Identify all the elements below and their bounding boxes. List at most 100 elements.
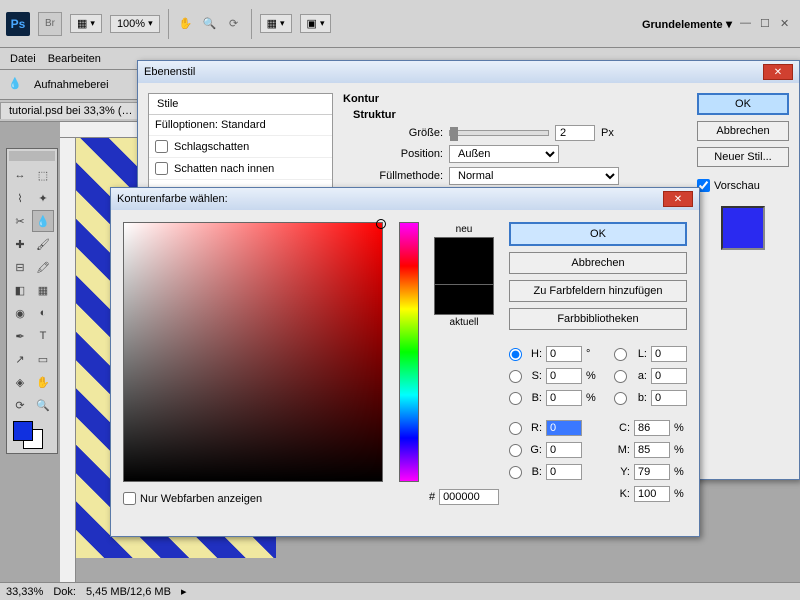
blur-tool-icon[interactable]: ◉ [9,302,31,324]
screenmode-dropdown[interactable]: ▣ [300,14,332,33]
shape-tool-icon[interactable]: ▭ [32,348,54,370]
history-brush-icon[interactable]: 🖍 [32,256,54,278]
l-radio[interactable] [614,348,627,361]
arrange-dropdown[interactable]: ▦ [260,14,292,33]
eyedropper-tool-icon[interactable]: 💧 [32,210,54,232]
effect-row[interactable]: Schlagschatten [149,136,332,158]
g-input[interactable] [546,442,582,458]
color-field[interactable] [123,222,383,482]
close-button[interactable]: ✕ [763,64,793,80]
g-radio[interactable] [509,444,522,457]
new-color-swatch [434,237,494,285]
b2-input[interactable] [546,464,582,480]
b-input[interactable] [546,390,582,406]
r-label: R: [526,422,542,434]
document-tab[interactable]: tutorial.psd bei 33,3% (… [0,102,142,119]
m-input[interactable] [634,442,670,458]
brush-tool-icon[interactable]: 🖌 [32,233,54,255]
styles-header[interactable]: Stile [149,94,332,115]
eraser-tool-icon[interactable]: ◧ [9,279,31,301]
eyedropper-icon[interactable]: 💧 [8,77,24,93]
b2-radio[interactable] [509,466,522,479]
chevron-right-icon[interactable]: ▸ [181,585,187,598]
hand-icon[interactable]: ✋ [177,15,195,33]
menu-edit[interactable]: Bearbeiten [48,53,101,65]
heal-tool-icon[interactable]: ✚ [9,233,31,255]
web-colors-label: Nur Webfarben anzeigen [140,493,262,505]
rotate-tool-icon[interactable]: ⟳ [9,394,31,416]
minimize-icon[interactable]: — [740,17,754,31]
blab-input[interactable] [651,390,687,406]
size-input[interactable] [555,125,595,141]
ok-button[interactable]: OK [509,222,687,246]
ok-button[interactable]: OK [697,93,789,115]
effect-checkbox[interactable] [155,162,168,175]
zoom-tool-icon[interactable]: 🔍 [32,394,54,416]
3d-tool-icon[interactable]: ◈ [9,371,31,393]
crop-tool-icon[interactable]: ✂ [9,210,31,232]
close-icon[interactable]: ✕ [780,17,794,31]
bridge-icon[interactable]: Br [38,12,62,36]
path-tool-icon[interactable]: ↗ [9,348,31,370]
c-input[interactable] [634,420,670,436]
zoom-dropdown[interactable]: 100% [110,15,160,33]
libraries-button[interactable]: Farbbibliotheken [509,308,687,330]
cancel-button[interactable]: Abbrechen [697,121,789,141]
type-tool-icon[interactable]: T [32,325,54,347]
maximize-icon[interactable]: ☐ [760,17,774,31]
dialog-titlebar[interactable]: Konturenfarbe wählen: ✕ [111,188,699,210]
color-swatches[interactable] [9,421,55,451]
unit-percent: % [674,444,686,456]
unit-percent: % [674,466,686,478]
r-input[interactable] [546,420,582,436]
hex-input[interactable] [439,489,499,505]
stamp-tool-icon[interactable]: ⊟ [9,256,31,278]
close-button[interactable]: ✕ [663,191,693,207]
effect-row[interactable]: Schatten nach innen [149,158,332,180]
a-radio[interactable] [614,370,627,383]
panel-grip[interactable] [9,151,55,161]
h-input[interactable] [546,346,582,362]
r-radio[interactable] [509,422,522,435]
zoom-icon[interactable]: 🔍 [201,15,219,33]
cancel-button[interactable]: Abbrechen [509,252,687,274]
new-style-button[interactable]: Neuer Stil... [697,147,789,167]
wand-tool-icon[interactable]: ✦ [32,187,54,209]
hue-slider[interactable] [399,222,419,482]
workspace-switcher[interactable]: Grundelemente ▾ [642,17,732,31]
s-radio[interactable] [509,370,522,383]
b-radio[interactable] [509,392,522,405]
dodge-tool-icon[interactable]: ◐ [32,302,54,324]
blab-label: b: [631,392,647,404]
size-slider[interactable] [449,130,549,136]
hand-tool-icon[interactable]: ✋ [32,371,54,393]
position-select[interactable]: Außen [449,145,559,163]
doc-size-value: 5,45 MB/12,6 MB [86,586,171,598]
blab-radio[interactable] [614,392,627,405]
effect-checkbox[interactable] [155,140,168,153]
s-input[interactable] [546,368,582,384]
current-color-swatch[interactable] [434,285,494,315]
sample-label: Aufnahmeberei [34,79,109,91]
preview-label: Vorschau [714,180,760,192]
h-radio[interactable] [509,348,522,361]
rotate-icon[interactable]: ⟳ [225,15,243,33]
marquee-tool-icon[interactable]: ⬚ [32,164,54,186]
view-dropdown[interactable]: ▦ [70,14,102,33]
k-input[interactable] [634,486,670,502]
add-swatch-button[interactable]: Zu Farbfeldern hinzufügen [509,280,687,302]
pen-tool-icon[interactable]: ✒ [9,325,31,347]
web-colors-checkbox[interactable] [123,492,136,505]
blend-select[interactable]: Normal [449,167,619,185]
menu-file[interactable]: Datei [10,53,36,65]
l-input[interactable] [651,346,687,362]
move-tool-icon[interactable]: ↔ [9,164,31,186]
a-input[interactable] [651,368,687,384]
dialog-titlebar[interactable]: Ebenenstil ✕ [138,61,799,83]
zoom-readout[interactable]: 33,33% [6,586,43,598]
gradient-tool-icon[interactable]: ▦ [32,279,54,301]
y-input[interactable] [634,464,670,480]
blend-options-row[interactable]: Fülloptionen: Standard [149,115,332,136]
foreground-swatch[interactable] [13,421,33,441]
lasso-tool-icon[interactable]: ⌇ [9,187,31,209]
